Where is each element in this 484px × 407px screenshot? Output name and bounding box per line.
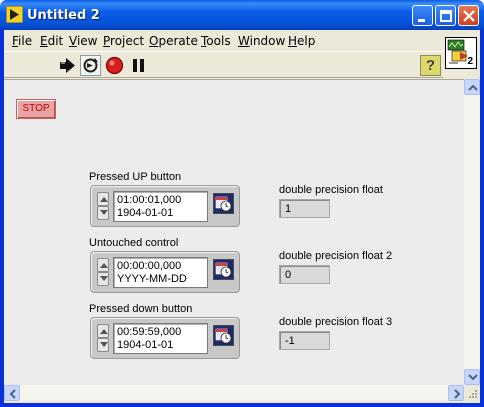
arrow-down-icon <box>468 374 478 381</box>
menu-view[interactable]: View <box>69 34 97 48</box>
arrow-down-icon <box>100 210 108 215</box>
timestamp-control-pressed-up: 01:00:01,000 1904-01-01 <box>90 185 240 227</box>
timestamp-spinner <box>97 192 109 220</box>
decrement-button[interactable] <box>97 272 109 286</box>
control-label-untouched: Untouched control <box>89 237 179 249</box>
calendar-clock-icon <box>215 196 232 212</box>
labview-app-icon <box>6 6 23 23</box>
pause-icon <box>133 59 144 72</box>
menu-project-label: roject <box>110 34 145 48</box>
resize-grip[interactable] <box>464 385 480 401</box>
vi-icon[interactable]: 2 <box>445 37 477 69</box>
timestamp-date: 1904-01-01 <box>117 207 174 219</box>
timestamp-field[interactable]: 00:59:59,000 1904-01-01 <box>113 323 208 354</box>
context-help-button[interactable]: ? <box>420 55 441 76</box>
window-client: File Edit View Project Operate Tools Win… <box>4 30 480 403</box>
timestamp-date: 1904-01-01 <box>117 339 174 351</box>
menu-window[interactable]: Window <box>238 34 285 48</box>
increment-button[interactable] <box>97 324 109 338</box>
menu-bar: File Edit View Project Operate Tools Win… <box>4 30 443 51</box>
title-bar[interactable]: Untitled 2 <box>0 0 484 30</box>
numeric-indicator-2: 0 <box>279 265 330 284</box>
run-continuously-icon <box>83 58 98 73</box>
arrow-down-icon <box>100 342 108 347</box>
timestamp-date: YYYY-MM-DD <box>117 273 187 285</box>
timestamp-field[interactable]: 00:00:00,000 YYYY-MM-DD <box>113 257 208 288</box>
menu-project[interactable]: Project <box>103 34 144 48</box>
indicator-label-3: double precision float 3 <box>279 316 393 328</box>
menu-window-label: indow <box>249 34 286 48</box>
timestamp-control-untouched: 00:00:00,000 YYYY-MM-DD <box>90 251 240 293</box>
timestamp-time: 01:00:01,000 <box>117 194 182 206</box>
maximize-button[interactable] <box>435 5 456 26</box>
minimize-icon <box>418 19 425 22</box>
numeric-indicator-3: -1 <box>279 331 330 350</box>
minimize-button[interactable] <box>412 5 433 26</box>
timestamp-control-pressed-down: 00:59:59,000 1904-01-01 <box>90 317 240 359</box>
time-browse-button[interactable] <box>213 193 234 214</box>
menu-file[interactable]: File <box>12 34 32 48</box>
decrement-button[interactable] <box>97 338 109 352</box>
toolbar: ? <box>4 51 443 78</box>
increment-button[interactable] <box>97 258 109 272</box>
front-panel: STOP Pressed UP button 01:00:01,000 1904… <box>4 79 464 385</box>
abort-stop-icon <box>105 56 124 75</box>
vertical-scrollbar[interactable] <box>464 79 480 385</box>
arrow-right-icon <box>454 389 461 399</box>
calendar-clock-icon <box>215 262 232 278</box>
menu-edit[interactable]: Edit <box>40 34 63 48</box>
scroll-left-button[interactable] <box>4 385 20 401</box>
scroll-up-button[interactable] <box>464 79 480 95</box>
arrow-down-icon <box>100 276 108 281</box>
resize-grip-icon <box>469 390 477 398</box>
menu-tools[interactable]: Tools <box>201 34 231 48</box>
run-continuously-button[interactable] <box>80 55 101 76</box>
decrement-button[interactable] <box>97 206 109 220</box>
menu-operate[interactable]: Operate <box>149 34 198 48</box>
horizontal-scrollbar[interactable] <box>4 385 464 401</box>
arrow-left-icon <box>9 389 16 399</box>
maximize-icon <box>440 10 452 22</box>
pause-button[interactable] <box>128 55 149 76</box>
close-icon <box>463 10 475 22</box>
timestamp-spinner <box>97 324 109 352</box>
timestamp-field[interactable]: 01:00:01,000 1904-01-01 <box>113 191 208 222</box>
timestamp-time: 00:00:00,000 <box>117 260 182 272</box>
calendar-clock-icon <box>215 328 232 344</box>
window-frame: Untitled 2 File Edit View Project Operat… <box>0 0 484 407</box>
run-arrow-icon <box>60 58 75 73</box>
menu-operate-label: perate <box>158 34 198 48</box>
menu-tools-label: ools <box>206 34 231 48</box>
control-label-pressed-down: Pressed down button <box>89 303 193 315</box>
indicator-label-2: double precision float 2 <box>279 250 393 262</box>
control-label-pressed-up: Pressed UP button <box>89 171 182 183</box>
arrow-up-icon <box>100 329 108 334</box>
scroll-down-button[interactable] <box>464 369 480 385</box>
arrow-up-icon <box>468 84 478 91</box>
stop-button[interactable]: STOP <box>16 99 56 119</box>
scroll-right-button[interactable] <box>448 385 464 401</box>
menu-view-label: iew <box>76 34 98 48</box>
close-button[interactable] <box>458 5 479 26</box>
time-browse-button[interactable] <box>213 325 234 346</box>
arrow-up-icon <box>100 197 108 202</box>
timestamp-spinner <box>97 258 109 286</box>
arrow-up-icon <box>100 263 108 268</box>
menu-help[interactable]: Help <box>288 34 315 48</box>
increment-button[interactable] <box>97 192 109 206</box>
menu-file-label: ile <box>18 34 33 48</box>
numeric-indicator-1: 1 <box>279 199 330 218</box>
vi-icon-number: 2 <box>467 56 473 67</box>
timestamp-time: 00:59:59,000 <box>117 326 182 338</box>
indicator-label-1: double precision float <box>279 184 383 196</box>
menu-edit-label: dit <box>47 34 64 48</box>
run-button[interactable] <box>57 55 78 76</box>
abort-button[interactable] <box>104 55 125 76</box>
time-browse-button[interactable] <box>213 259 234 280</box>
menu-help-label: elp <box>297 34 316 48</box>
window-title: Untitled 2 <box>27 8 100 23</box>
